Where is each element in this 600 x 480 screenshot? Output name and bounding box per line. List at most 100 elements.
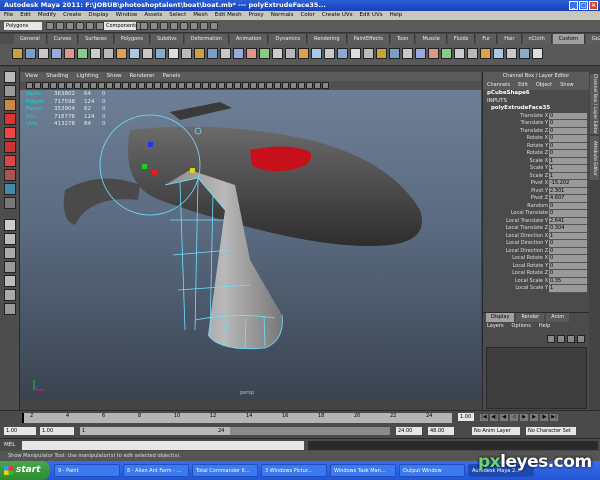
viewport-tool-30-icon[interactable] [258,82,265,89]
viewport-tool-8-icon[interactable] [82,82,89,89]
soft-mod-icon[interactable] [4,169,16,181]
attribute-value-field[interactable]: 0 [549,270,587,278]
shelf-tool-36-icon[interactable] [467,48,478,59]
viewport-tool-36-icon[interactable] [306,82,313,89]
ipr-render-icon[interactable] [200,22,208,30]
viewport-tool-11-icon[interactable] [106,82,113,89]
attribute-value-field[interactable]: 0 [549,150,587,158]
attribute-name[interactable]: Local Rotate Y [483,263,549,271]
taskbar-item[interactable]: 9 - Paint [54,464,120,477]
rotate-tool-icon[interactable] [4,127,16,139]
shelf-tool-10-icon[interactable] [129,48,140,59]
viewport-tool-31-icon[interactable] [266,82,273,89]
step-back-key-icon[interactable]: ◀| [490,414,498,421]
attribute-value-field[interactable]: 1 [549,172,587,180]
shelf-tab-fur[interactable]: Fur [476,34,498,44]
perspective-viewport[interactable]: Verts: 363802 64 0 Edges: 717598 124 0 Faces: 353… [20,90,481,400]
shelf-tab-hair[interactable]: Hair [498,34,522,44]
current-frame-field[interactable]: 1.00 [458,413,474,421]
shelf-tool-37-icon[interactable] [480,48,491,59]
shelf-tool-25-icon[interactable] [324,48,335,59]
outliner-layout-icon[interactable] [4,261,16,273]
show-manipulator-icon[interactable] [4,183,16,195]
shelf-tab-gozbrush[interactable]: GoZBrush [585,34,600,44]
shelf-tool-23-icon[interactable] [298,48,309,59]
mel-input[interactable] [22,441,304,450]
attribute-name[interactable]: Scale Z [483,173,549,181]
shelf-tab-animation[interactable]: Animation [229,34,269,44]
attribute-name[interactable]: Local Direction Y [483,240,549,248]
viewport-tool-6-icon[interactable] [66,82,73,89]
viewport-tool-7-icon[interactable] [74,82,81,89]
channel-menu-channels[interactable]: Channels [487,81,510,90]
attribute-name[interactable]: Local Direction X [483,233,549,241]
range-slider-thumb[interactable]: 1 24 [80,427,230,435]
manip-handle-green[interactable] [142,164,147,169]
attribute-value-field[interactable]: 0 [549,262,587,270]
manip-handle-red[interactable] [152,170,157,175]
viewport-tool-10-icon[interactable] [98,82,105,89]
shelf-tool-27-icon[interactable] [350,48,361,59]
select-object-icon[interactable] [86,22,94,30]
attribute-value-field[interactable]: 2.641 [549,217,587,225]
manip-handle-blue[interactable] [148,142,153,147]
move-layer-up-icon[interactable] [547,335,555,343]
shelf-tool-16-icon[interactable] [207,48,218,59]
menu-mesh[interactable]: Mesh [193,11,207,20]
menu-proxy[interactable]: Proxy [249,11,264,20]
attribute-value-field[interactable]: 0.35 [549,277,587,285]
shelf-tool-7-icon[interactable] [90,48,101,59]
channel-menu-show[interactable]: Show [560,81,574,90]
attribute-value-field[interactable]: 1 [549,285,587,293]
graph-editor-layout-icon[interactable] [4,275,16,287]
shelf-tool-19-icon[interactable] [246,48,257,59]
layer-menu-help[interactable]: Help [539,322,550,331]
paint-select-icon[interactable] [4,99,16,111]
shelf-tool-32-icon[interactable] [415,48,426,59]
viewport-tool-5-icon[interactable] [58,82,65,89]
range-slider-bar[interactable]: 1 24 [80,427,390,435]
attribute-name[interactable]: Local Rotate Z [483,270,549,278]
attribute-name[interactable]: Translate Y [483,120,549,128]
attribute-value-field[interactable]: 0 [549,247,587,255]
viewport-tool-19-icon[interactable] [170,82,177,89]
menu-file[interactable]: File [4,11,13,20]
attribute-name[interactable]: Scale X [483,158,549,166]
viewport-tool-12-icon[interactable] [114,82,121,89]
shelf-tool-21-icon[interactable] [272,48,283,59]
attribute-value-field[interactable]: 1 [549,232,587,240]
attribute-value-field[interactable]: -15.202 [549,180,587,188]
viewport-tool-32-icon[interactable] [274,82,281,89]
attribute-name[interactable]: Pivot X [483,180,549,188]
end-time-field[interactable]: 48.00 [428,427,454,435]
last-tool-icon[interactable] [4,197,16,209]
viewport-menu-view[interactable]: View [25,72,38,81]
viewport-tool-14-icon[interactable] [130,82,137,89]
menu-normals[interactable]: Normals [271,11,294,20]
start-button[interactable]: start [0,461,50,480]
shelf-tab-curves[interactable]: Curves [47,34,79,44]
shelf-tab-fluids[interactable]: Fluids [447,34,476,44]
menu-display[interactable]: Display [88,11,108,20]
attribute-name[interactable]: Local Direction Z [483,248,549,256]
attribute-name[interactable]: Local Scale Y [483,285,549,293]
shelf-tool-35-icon[interactable] [454,48,465,59]
viewport-tool-24-icon[interactable] [210,82,217,89]
attribute-value-field[interactable]: 0.304 [549,225,587,233]
shelf-tab-deformation[interactable]: Deformation [184,34,229,44]
select-component-icon[interactable] [96,22,104,30]
hypershade-layout-icon[interactable] [4,289,16,301]
side-tab-attribute-editor[interactable]: Attribute Editor [590,136,599,180]
step-back-frame-icon[interactable]: ◀ [500,414,508,421]
attribute-name[interactable]: Rotate Y [483,143,549,151]
viewport-tool-21-icon[interactable] [186,82,193,89]
shelf-tool-33-icon[interactable] [428,48,439,59]
viewport-tool-4-icon[interactable] [50,82,57,89]
step-forward-key-icon[interactable]: |▶ [540,414,548,421]
shelf-tool-24-icon[interactable] [311,48,322,59]
attribute-name[interactable]: Pivot Y [483,188,549,196]
shelf-tab-surfaces[interactable]: Surfaces [79,34,114,44]
play-backward-icon[interactable]: ◁ [510,414,518,421]
history-icon[interactable] [180,22,188,30]
menu-assets[interactable]: Assets [144,11,162,20]
